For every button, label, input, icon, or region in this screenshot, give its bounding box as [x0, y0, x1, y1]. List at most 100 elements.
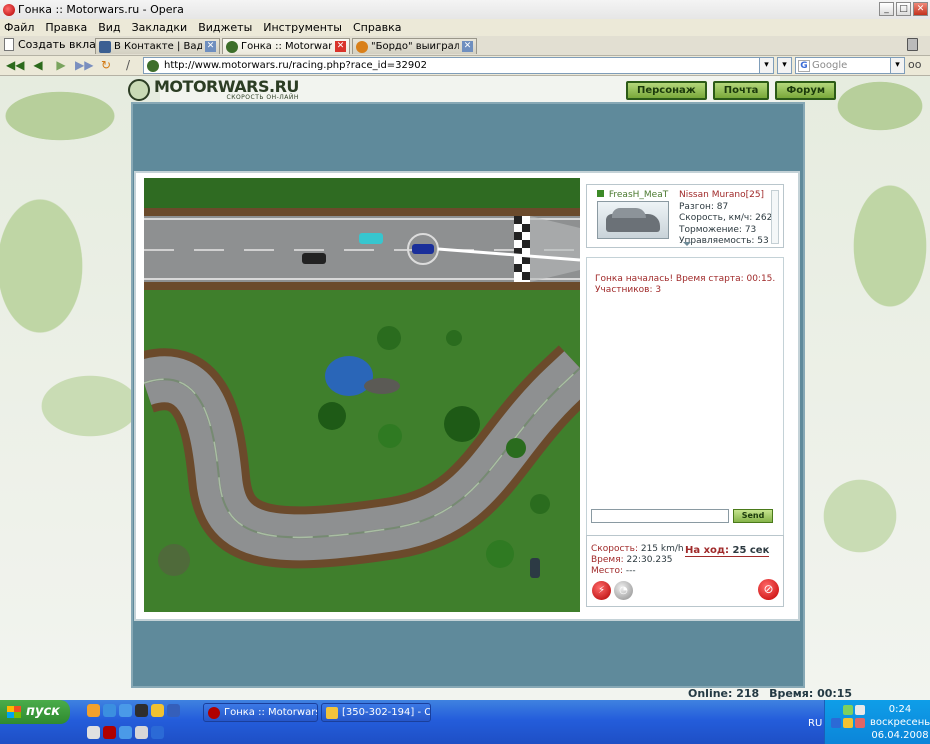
nav-character-button[interactable]: Персонаж	[626, 81, 707, 100]
tree	[158, 544, 190, 576]
window-titlebar: Гонка :: Motorwars.ru - Opera _ □ ✕	[0, 0, 930, 19]
logo-text: MOTORWARS.RU	[154, 76, 299, 96]
clock[interactable]: 0:24 воскресенье 06.04.2008	[870, 703, 930, 742]
task-icq[interactable]: [350-302-194] - Окн...	[321, 703, 431, 722]
site-icon	[147, 60, 159, 72]
tab-motorwars[interactable]: Гонка :: Motorwars.ru ✕	[222, 38, 350, 54]
quicklaunch-icon[interactable]	[87, 726, 100, 739]
menu-bookmarks[interactable]: Закладки	[132, 21, 188, 34]
player-stats: Nissan Murano[25] Разгон: 87 Скорость, к…	[679, 190, 772, 248]
car-parked	[530, 558, 540, 578]
address-field[interactable]: http://www.motorwars.ru/racing.php?race_…	[143, 57, 773, 74]
stop-icon[interactable]: ⊘	[758, 579, 779, 600]
quicklaunch-icon[interactable]	[151, 726, 164, 739]
player-name[interactable]: FreasH_MeaT	[597, 190, 668, 200]
fast-forward-icon[interactable]: ▶▶	[75, 58, 93, 73]
tray-icon[interactable]	[843, 705, 853, 715]
trash-icon[interactable]	[907, 38, 918, 51]
motorwars-favicon-icon	[226, 40, 238, 53]
back-icon[interactable]: ◀	[30, 58, 46, 73]
tree	[377, 326, 401, 350]
car-thumbnail	[597, 201, 669, 239]
menu-bar: Файл Правка Вид Закладки Виджеты Инструм…	[0, 19, 930, 36]
tab-bordeaux[interactable]: "Бордо" выиграл у "Рен... ✕	[352, 38, 477, 54]
address-dropdown-icon[interactable]: ▾	[759, 57, 774, 74]
menu-widgets[interactable]: Виджеты	[198, 21, 252, 34]
rewind-icon[interactable]: ◀◀	[6, 58, 24, 73]
tab-close-icon[interactable]: ✕	[205, 41, 216, 52]
maximize-button[interactable]: □	[896, 2, 911, 16]
tray-icon[interactable]	[855, 718, 865, 728]
logo-icon	[128, 79, 150, 101]
race-stats: Скорость: 215 km/h Время: 22:30.235 Мест…	[591, 544, 684, 577]
window-title: Гонка :: Motorwars.ru - Opera	[18, 3, 184, 16]
quicklaunch-icon[interactable]	[119, 704, 132, 717]
dirt-border-bottom	[144, 282, 580, 290]
quicklaunch-icon[interactable]	[151, 704, 164, 717]
tab-close-icon[interactable]: ✕	[335, 41, 346, 52]
expand-arrow-icon[interactable]	[683, 242, 691, 246]
address-toolbar: ◀◀ ◀ ▶ ▶▶ ↻ / http://www.motorwars.ru/ra…	[0, 56, 930, 76]
glasses-icon[interactable]: oo	[908, 59, 926, 70]
car-player	[412, 244, 434, 254]
speed-label: Скорость:	[591, 544, 638, 554]
menu-help[interactable]: Справка	[353, 21, 401, 34]
turn-value: 25 сек	[732, 545, 770, 556]
menu-file[interactable]: Файл	[4, 21, 34, 34]
quicklaunch-icon[interactable]	[167, 704, 180, 717]
nav-mail-button[interactable]: Почта	[712, 81, 770, 100]
tab-close-icon[interactable]: ✕	[462, 41, 473, 52]
start-label: пуск	[26, 704, 60, 719]
quicklaunch-icon[interactable]	[135, 704, 148, 717]
log-line: Участников: 3	[595, 285, 662, 295]
menu-edit[interactable]: Правка	[45, 21, 87, 34]
wand-icon[interactable]: /	[120, 58, 136, 73]
quicklaunch-icon[interactable]	[135, 726, 148, 739]
tray-icon[interactable]	[831, 718, 841, 728]
quicklaunch-icon[interactable]	[87, 704, 100, 717]
race-status-panel: Скорость: 215 km/h Время: 22:30.235 Мест…	[586, 535, 784, 607]
new-tab-icon	[4, 38, 14, 51]
task-label: Гонка :: Motorwars.r...	[224, 707, 317, 718]
start-button[interactable]: пуск	[0, 700, 70, 724]
tab-vkontakte[interactable]: В Контакте | Вадим Саз... ✕	[95, 38, 220, 54]
google-icon: G	[798, 60, 810, 72]
search-dropdown-icon[interactable]: ▾	[890, 57, 905, 74]
search-input[interactable]: G Google	[795, 57, 903, 74]
menu-view[interactable]: Вид	[98, 21, 120, 34]
brake-icon[interactable]: ◔	[614, 581, 633, 600]
system-tray: 0:24 воскресенье 06.04.2008	[824, 700, 930, 744]
site-nav: Персонаж Почта Форум	[626, 81, 837, 100]
chat-row: Send	[591, 509, 773, 523]
site-logo[interactable]: MOTORWARS.RU СКОРОСТЬ ОН-ЛАЙН	[128, 76, 299, 101]
windows-logo-icon	[7, 706, 21, 718]
reload-icon[interactable]: ↻	[98, 58, 114, 73]
race-track-view[interactable]	[144, 178, 580, 612]
nav-forum-button[interactable]: Форум	[775, 81, 837, 100]
opera-icon	[3, 3, 15, 16]
nitro-bolt-icon[interactable]: ⚡	[592, 581, 611, 600]
clock-day: воскресенье	[870, 717, 930, 728]
player-name-label: FreasH_MeaT	[608, 190, 669, 200]
finish-line	[514, 216, 530, 282]
opera-task-icon	[208, 706, 220, 719]
stat-braking: Торможение: 73	[679, 224, 757, 235]
footer-status: Online: 218 Время: 00:15	[688, 687, 852, 700]
forward-icon[interactable]: ▶	[53, 58, 69, 73]
player-car: Nissan Murano[25]	[679, 190, 765, 200]
player-list-scrollbar[interactable]	[771, 190, 779, 244]
go-dropdown-icon[interactable]: ▾	[777, 57, 792, 74]
task-motorwars[interactable]: Гонка :: Motorwars.r...	[203, 703, 318, 722]
quicklaunch-icon[interactable]	[119, 726, 132, 739]
quicklaunch-icon[interactable]	[103, 726, 116, 739]
send-button[interactable]: Send	[733, 509, 773, 523]
language-indicator[interactable]: RU	[808, 718, 822, 729]
menu-tools[interactable]: Инструменты	[263, 21, 342, 34]
close-button[interactable]: ✕	[913, 2, 928, 16]
tray-icon[interactable]	[843, 718, 853, 728]
race-log: Гонка началась! Время старта: 00:15. Уча…	[595, 274, 775, 296]
quicklaunch-icon[interactable]	[103, 704, 116, 717]
chat-input[interactable]	[591, 509, 729, 523]
tray-icon[interactable]	[855, 705, 865, 715]
minimize-button[interactable]: _	[879, 2, 894, 16]
